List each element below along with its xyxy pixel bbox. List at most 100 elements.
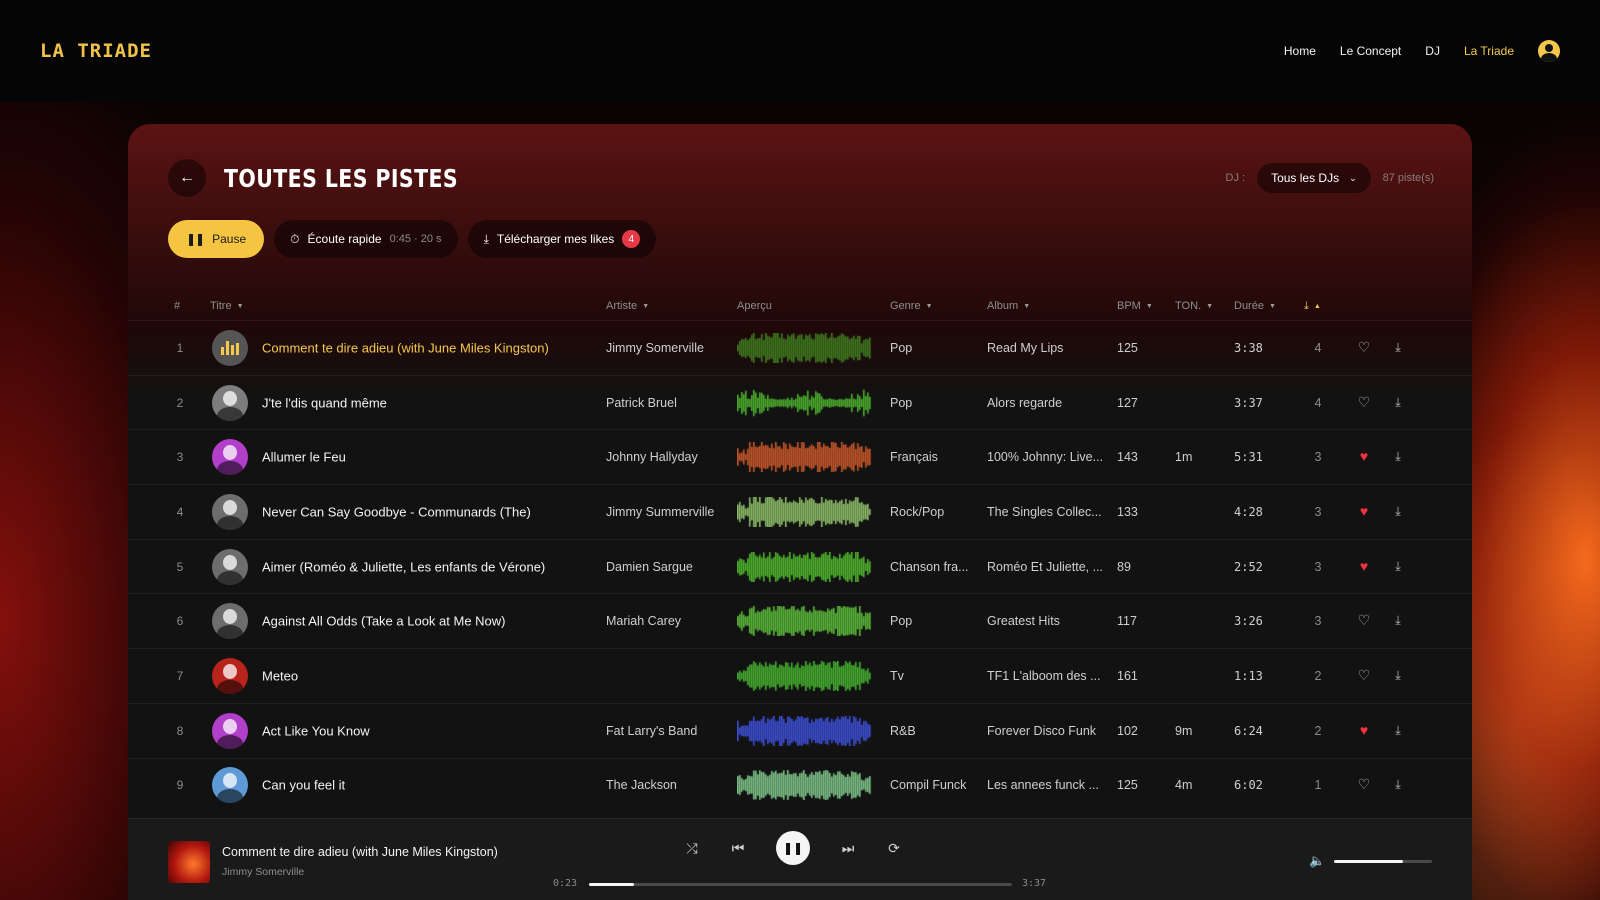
col-genre[interactable]: Genre ▼: [890, 300, 933, 312]
track-title[interactable]: Aimer (Roméo & Juliette, Les enfants de …: [262, 559, 592, 574]
waveform-preview[interactable]: [737, 442, 877, 473]
track-thumbnail[interactable]: [212, 439, 248, 476]
waveform-preview[interactable]: [737, 606, 877, 637]
track-number: 1: [176, 340, 184, 355]
col-artist[interactable]: Artiste ▼: [606, 300, 649, 312]
heart-icon[interactable]: ♡: [1355, 339, 1373, 357]
table-row[interactable]: 6 Against All Odds (Take a Look at Me Now…: [128, 593, 1472, 648]
col-key[interactable]: TON. ▼: [1175, 300, 1213, 312]
pause-icon[interactable]: ❚❚: [776, 831, 810, 865]
track-thumbnail[interactable]: [212, 384, 248, 421]
track-genre: R&B: [890, 723, 916, 738]
back-button[interactable]: ←: [168, 159, 206, 197]
download-icon[interactable]: ⤓: [1390, 668, 1406, 683]
quick-listen-button[interactable]: ⏱ Écoute rapide 0:45 · 20 s: [274, 220, 458, 258]
nav-link-dj[interactable]: DJ: [1425, 44, 1440, 58]
track-number: 4: [176, 504, 184, 519]
track-title[interactable]: Allumer le Feu: [262, 450, 592, 465]
next-icon[interactable]: ⏭: [840, 840, 856, 857]
progress-bar[interactable]: [589, 883, 1012, 886]
artist-photo: [212, 385, 248, 421]
track-title[interactable]: Meteo: [262, 668, 592, 683]
repeat-icon[interactable]: ⟳: [886, 840, 902, 857]
col-title[interactable]: Titre ▼: [210, 300, 244, 312]
table-row[interactable]: 2 J'te l'dis quand même Patrick Bruel Pop Al…: [128, 374, 1472, 430]
sort-caret-icon: ▼: [1145, 302, 1153, 310]
download-icon[interactable]: ⤓: [1390, 395, 1406, 410]
waveform-preview[interactable]: [737, 660, 877, 691]
pause-icon: ❚❚: [186, 232, 205, 246]
table-row[interactable]: 1 Comment te dire adieu (with June Miles …: [128, 320, 1472, 375]
download-likes-button[interactable]: ⤓ Télécharger mes likes 4: [467, 220, 657, 258]
waveform-preview[interactable]: [737, 770, 877, 801]
track-thumbnail[interactable]: [212, 548, 248, 585]
track-title[interactable]: Act Like You Know: [262, 723, 592, 738]
pause-button[interactable]: ❚❚ Pause: [168, 220, 265, 258]
sort-caret-icon: ▼: [1206, 302, 1214, 310]
track-key: 1m: [1175, 450, 1193, 465]
download-icon[interactable]: ⤓: [1390, 340, 1406, 355]
waveform-preview[interactable]: [737, 387, 877, 418]
col-bpm[interactable]: BPM ▼: [1117, 300, 1153, 312]
track-download-count: 3: [1314, 559, 1322, 574]
table-row[interactable]: 9 Can you feel it The Jackson Compil Funck L…: [128, 757, 1472, 813]
nav-link-le-concept[interactable]: Le Concept: [1340, 44, 1401, 58]
heart-icon[interactable]: ♥: [1355, 448, 1373, 466]
waveform-preview[interactable]: [737, 332, 877, 363]
track-title[interactable]: J'te l'dis quand même: [262, 395, 592, 410]
volume-slider[interactable]: [1334, 860, 1432, 863]
track-thumbnail[interactable]: [212, 767, 248, 804]
waveform-preview[interactable]: [737, 551, 877, 582]
equalizer-icon: [221, 340, 239, 355]
download-icon[interactable]: ⤓: [1390, 778, 1406, 793]
heart-icon[interactable]: ♡: [1355, 776, 1373, 794]
heart-icon[interactable]: ♡: [1355, 394, 1373, 412]
table-row[interactable]: 3 Allumer le Feu Johnny Hallyday Français 10…: [128, 429, 1472, 484]
shuffle-icon[interactable]: ⤮: [684, 840, 700, 857]
volume-icon[interactable]: 🔈: [1309, 853, 1325, 869]
download-icon[interactable]: ⤓: [1390, 450, 1406, 465]
col-album[interactable]: Album ▼: [987, 300, 1030, 312]
user-avatar-icon[interactable]: [1538, 40, 1560, 62]
track-thumbnail[interactable]: [212, 603, 248, 640]
logo[interactable]: LA TRIADE: [40, 40, 152, 62]
track-download-count: 2: [1314, 723, 1322, 738]
heart-icon[interactable]: ♡: [1355, 667, 1373, 685]
nav-link-la-triade[interactable]: La Triade: [1464, 44, 1514, 58]
download-icon[interactable]: ⤓: [1390, 559, 1406, 574]
download-icon[interactable]: ⤓: [1390, 723, 1406, 738]
table-row[interactable]: 8 Act Like You Know Fat Larry's Band R&B For…: [128, 702, 1472, 758]
col-downloads[interactable]: ⤓ ▲: [1304, 300, 1321, 313]
col-duration[interactable]: Durée ▼: [1234, 300, 1276, 312]
track-title[interactable]: Comment te dire adieu (with June Miles K…: [262, 340, 592, 355]
track-title[interactable]: Never Can Say Goodbye - Communards (The): [262, 504, 592, 519]
track-title[interactable]: Can you feel it: [262, 778, 592, 793]
table-row[interactable]: 7 Meteo Tv TF1 L'alboom des ... 161 1:13 2 ♡ ⤓: [128, 648, 1472, 703]
total-time: 3:37: [1022, 878, 1047, 889]
download-icon[interactable]: ⤓: [1390, 614, 1406, 629]
heart-icon[interactable]: ♥: [1355, 503, 1373, 521]
track-thumbnail[interactable]: [212, 329, 248, 366]
track-genre: Compil Funck: [890, 778, 967, 793]
heart-icon[interactable]: ♡: [1355, 612, 1373, 630]
download-icon[interactable]: ⤓: [1390, 504, 1406, 519]
dj-filter-select[interactable]: Tous les DJs ⌄: [1257, 163, 1371, 193]
nav-link-home[interactable]: Home: [1284, 44, 1316, 58]
heart-icon[interactable]: ♥: [1355, 722, 1373, 740]
track-album: Forever Disco Funk: [987, 723, 1097, 738]
heart-icon[interactable]: ♥: [1355, 558, 1373, 576]
table-row[interactable]: 4 Never Can Say Goodbye - Communards (The…: [128, 484, 1472, 539]
previous-icon[interactable]: ⏮: [730, 840, 746, 857]
track-thumbnail[interactable]: [212, 712, 248, 749]
table-row[interactable]: 5 Aimer (Roméo & Juliette, Les enfants de…: [128, 538, 1472, 594]
page-title: TOUTES LES PISTES: [224, 163, 459, 193]
waveform-preview[interactable]: [737, 715, 877, 746]
track-thumbnail[interactable]: [212, 493, 248, 530]
waveform-preview[interactable]: [737, 496, 877, 527]
track-thumbnail[interactable]: [212, 657, 248, 694]
track-key: 9m: [1175, 723, 1193, 738]
track-title[interactable]: Against All Odds (Take a Look at Me Now): [262, 614, 592, 629]
dj-filter-value: Tous les DJs: [1271, 171, 1340, 185]
track-list: 1 Comment te dire adieu (with June Miles …: [128, 320, 1472, 812]
track-album: 100% Johnny: Live...: [987, 450, 1104, 465]
